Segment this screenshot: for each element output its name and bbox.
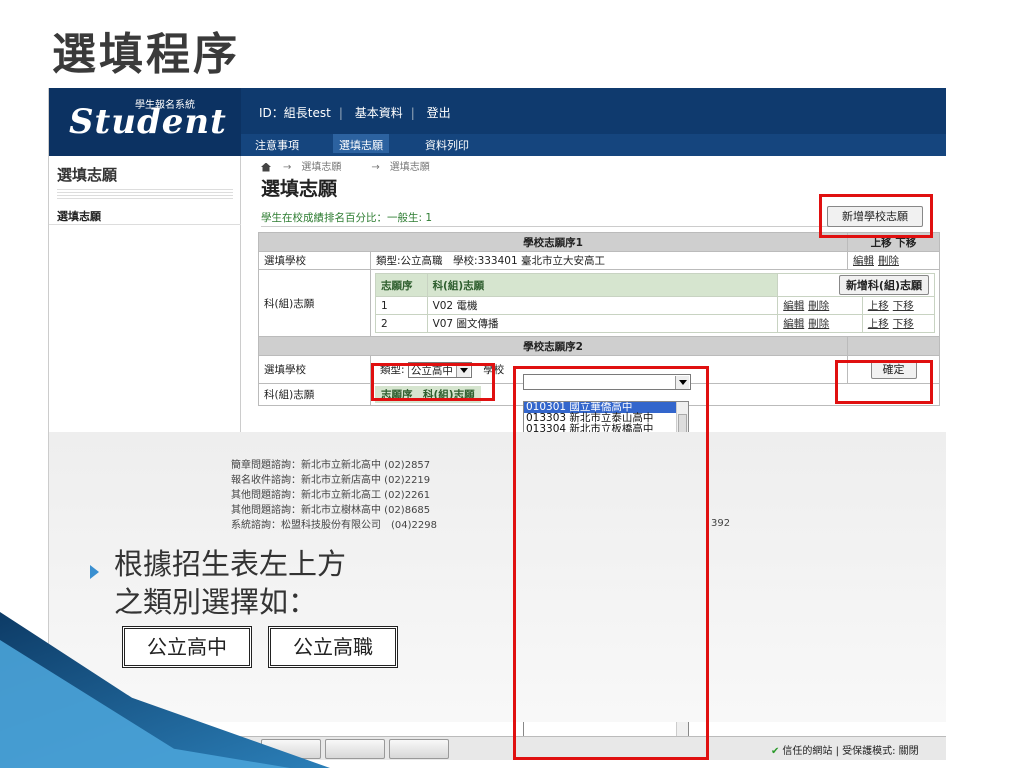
label-public-vocational: 公立高職	[268, 626, 398, 668]
move-down-link[interactable]: 下移	[893, 318, 914, 330]
security-zone: ✔ 信任的網站 | 受保護模式: 關閉	[771, 746, 919, 757]
check-icon: ✔	[771, 746, 780, 757]
dept-order: 1	[375, 296, 428, 315]
rank-text: 學生在校成績排名百分比：一般生: 1	[261, 210, 921, 227]
delete-dept-link[interactable]: 刪除	[808, 318, 829, 330]
highlight-confirm	[835, 360, 933, 404]
delete-school-link[interactable]: 刪除	[878, 255, 899, 267]
wish2-header: 學校志願序2	[258, 336, 848, 356]
highlight-school-list	[513, 366, 709, 760]
footer-line: 其他問題諮詢：新北市立樹林高中 (02)8685	[231, 505, 431, 516]
footer-line: 系統諮詢：松盟科技股份有限公司 (04)2298	[231, 520, 437, 531]
breadcrumb-item: 選填志願	[389, 162, 430, 173]
app-header: 學生報名系統 Student ID：組長test | 基本資料 | 登出 注意事項 …	[49, 88, 946, 156]
dept-name: V07 圖文傳播	[426, 314, 779, 333]
highlight-add-school	[819, 194, 933, 238]
sub-nav: 注意事項 選填志願 資料列印	[241, 134, 946, 156]
taskbar-button[interactable]	[389, 739, 449, 759]
school-label: 選填學校	[258, 355, 371, 384]
school-value: 類型:公立高職 學校:333401 臺北市立大安高工	[370, 251, 848, 270]
app-logo: 學生報名系統 Student	[49, 88, 241, 156]
top-nav: ID：組長test | 基本資料 | 登出	[259, 106, 451, 120]
bullet-text: 根據招生表左上方 之類別選擇如：	[114, 547, 347, 619]
footer-line: 其他問題諮詢：新北市立新北高工 (02)2261	[231, 490, 431, 501]
slide: 選填程序 學生報名系統 Student ID：組長test | 基本資料 | 登出 …	[0, 0, 1024, 768]
logo-text: Student	[69, 102, 227, 142]
tab-print[interactable]: 資料列印	[419, 137, 475, 153]
dept-table: 志願序 科(組)志願 新增科(組)志願 1 V02 電機 編輯 刪除 上移 下移 2	[375, 273, 936, 333]
page-title: 選填志願	[261, 178, 338, 200]
add-dept-button[interactable]: 新增科(組)志願	[838, 275, 929, 295]
footer-line: 簡章問題諮詢：新北市立新北高中 (02)2857	[231, 460, 431, 471]
breadcrumb: → 選填志願 → 選填志願	[261, 158, 430, 173]
footer-line: 報名收件諮詢：新北市立新店高中 (02)2219	[231, 475, 431, 486]
sidebar: 選填志願 選填志願	[49, 156, 241, 432]
move-up-link[interactable]: 上移	[868, 318, 889, 330]
delete-dept-link[interactable]: 刪除	[808, 300, 829, 312]
move-down-link[interactable]: 下移	[893, 300, 914, 312]
edit-dept-link[interactable]: 編輯	[783, 318, 804, 330]
table-row: 2 V07 圖文傳播 編輯 刪除 上移 下移	[375, 314, 936, 333]
sidebar-description	[57, 187, 233, 201]
table-row: 1 V02 電機 編輯 刪除 上移 下移	[375, 296, 936, 315]
dept-header-name: 科(組)志願	[426, 273, 779, 297]
wish1-header: 學校志願序1	[258, 232, 848, 252]
edit-dept-link[interactable]: 編輯	[783, 300, 804, 312]
label-public-high: 公立高中	[122, 626, 252, 668]
dept-order: 2	[375, 314, 428, 333]
breadcrumb-item[interactable]: 選填志願	[301, 162, 341, 173]
footer-extension: 392	[711, 518, 731, 529]
footer-contacts: 簡章問題諮詢：新北市立新北高中 (02)2857 報名收件諮詢：新北市立新店高中…	[231, 458, 437, 533]
slide-title: 選填程序	[52, 29, 240, 80]
dept-header-order: 志願序	[375, 273, 428, 297]
dept-label: 科(組)志願	[258, 269, 371, 337]
profile-link[interactable]: 基本資料	[355, 106, 403, 120]
sidebar-item-wish-fill[interactable]: 選填志願	[57, 208, 101, 224]
logout-link[interactable]: 登出	[427, 106, 451, 120]
tab-wish-fill[interactable]: 選填志願	[333, 134, 389, 153]
user-id-link[interactable]: ID：組長test	[259, 106, 331, 120]
highlight-type-select	[371, 363, 495, 401]
home-icon[interactable]	[261, 162, 271, 172]
school-label: 選填學校	[258, 251, 371, 270]
dept-name: V02 電機	[426, 296, 779, 315]
edit-school-link[interactable]: 編輯	[853, 255, 874, 267]
move-up-link[interactable]: 上移	[868, 300, 889, 312]
taskbar-button[interactable]	[325, 739, 385, 759]
sidebar-title: 選填志願	[57, 166, 118, 184]
dept-label: 科(組)志願	[258, 383, 371, 406]
tab-notices[interactable]: 注意事項	[249, 137, 305, 153]
